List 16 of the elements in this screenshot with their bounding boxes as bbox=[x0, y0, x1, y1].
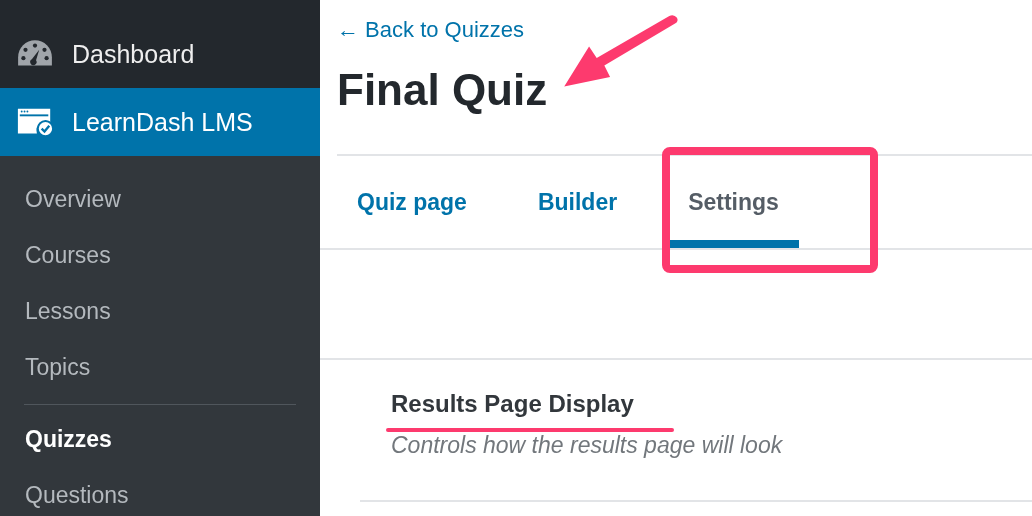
window-check-icon bbox=[16, 106, 54, 138]
submenu-item[interactable]: Topics bbox=[0, 339, 320, 395]
tab[interactable]: Builder bbox=[517, 156, 638, 248]
tab[interactable]: Quiz page bbox=[337, 156, 487, 248]
submenu-item[interactable]: Quizzes bbox=[0, 411, 320, 467]
tab[interactable]: Settings bbox=[668, 156, 799, 248]
menu-item[interactable]: Dashboard bbox=[0, 20, 320, 88]
back-link[interactable]: ← Back to Quizzes bbox=[337, 17, 525, 43]
submenu-item[interactable]: Overview bbox=[0, 171, 320, 227]
section-description: Controls how the results page will look bbox=[391, 432, 784, 459]
menu-item[interactable]: LearnDash LMS bbox=[0, 88, 320, 156]
submenu-item[interactable]: Courses bbox=[0, 227, 320, 283]
submenu-item[interactable]: Questions bbox=[0, 467, 320, 516]
submenu-item[interactable]: Lessons bbox=[0, 283, 320, 339]
page-title: Final Quiz bbox=[337, 65, 549, 115]
section-heading: Results Page Display bbox=[391, 390, 634, 418]
